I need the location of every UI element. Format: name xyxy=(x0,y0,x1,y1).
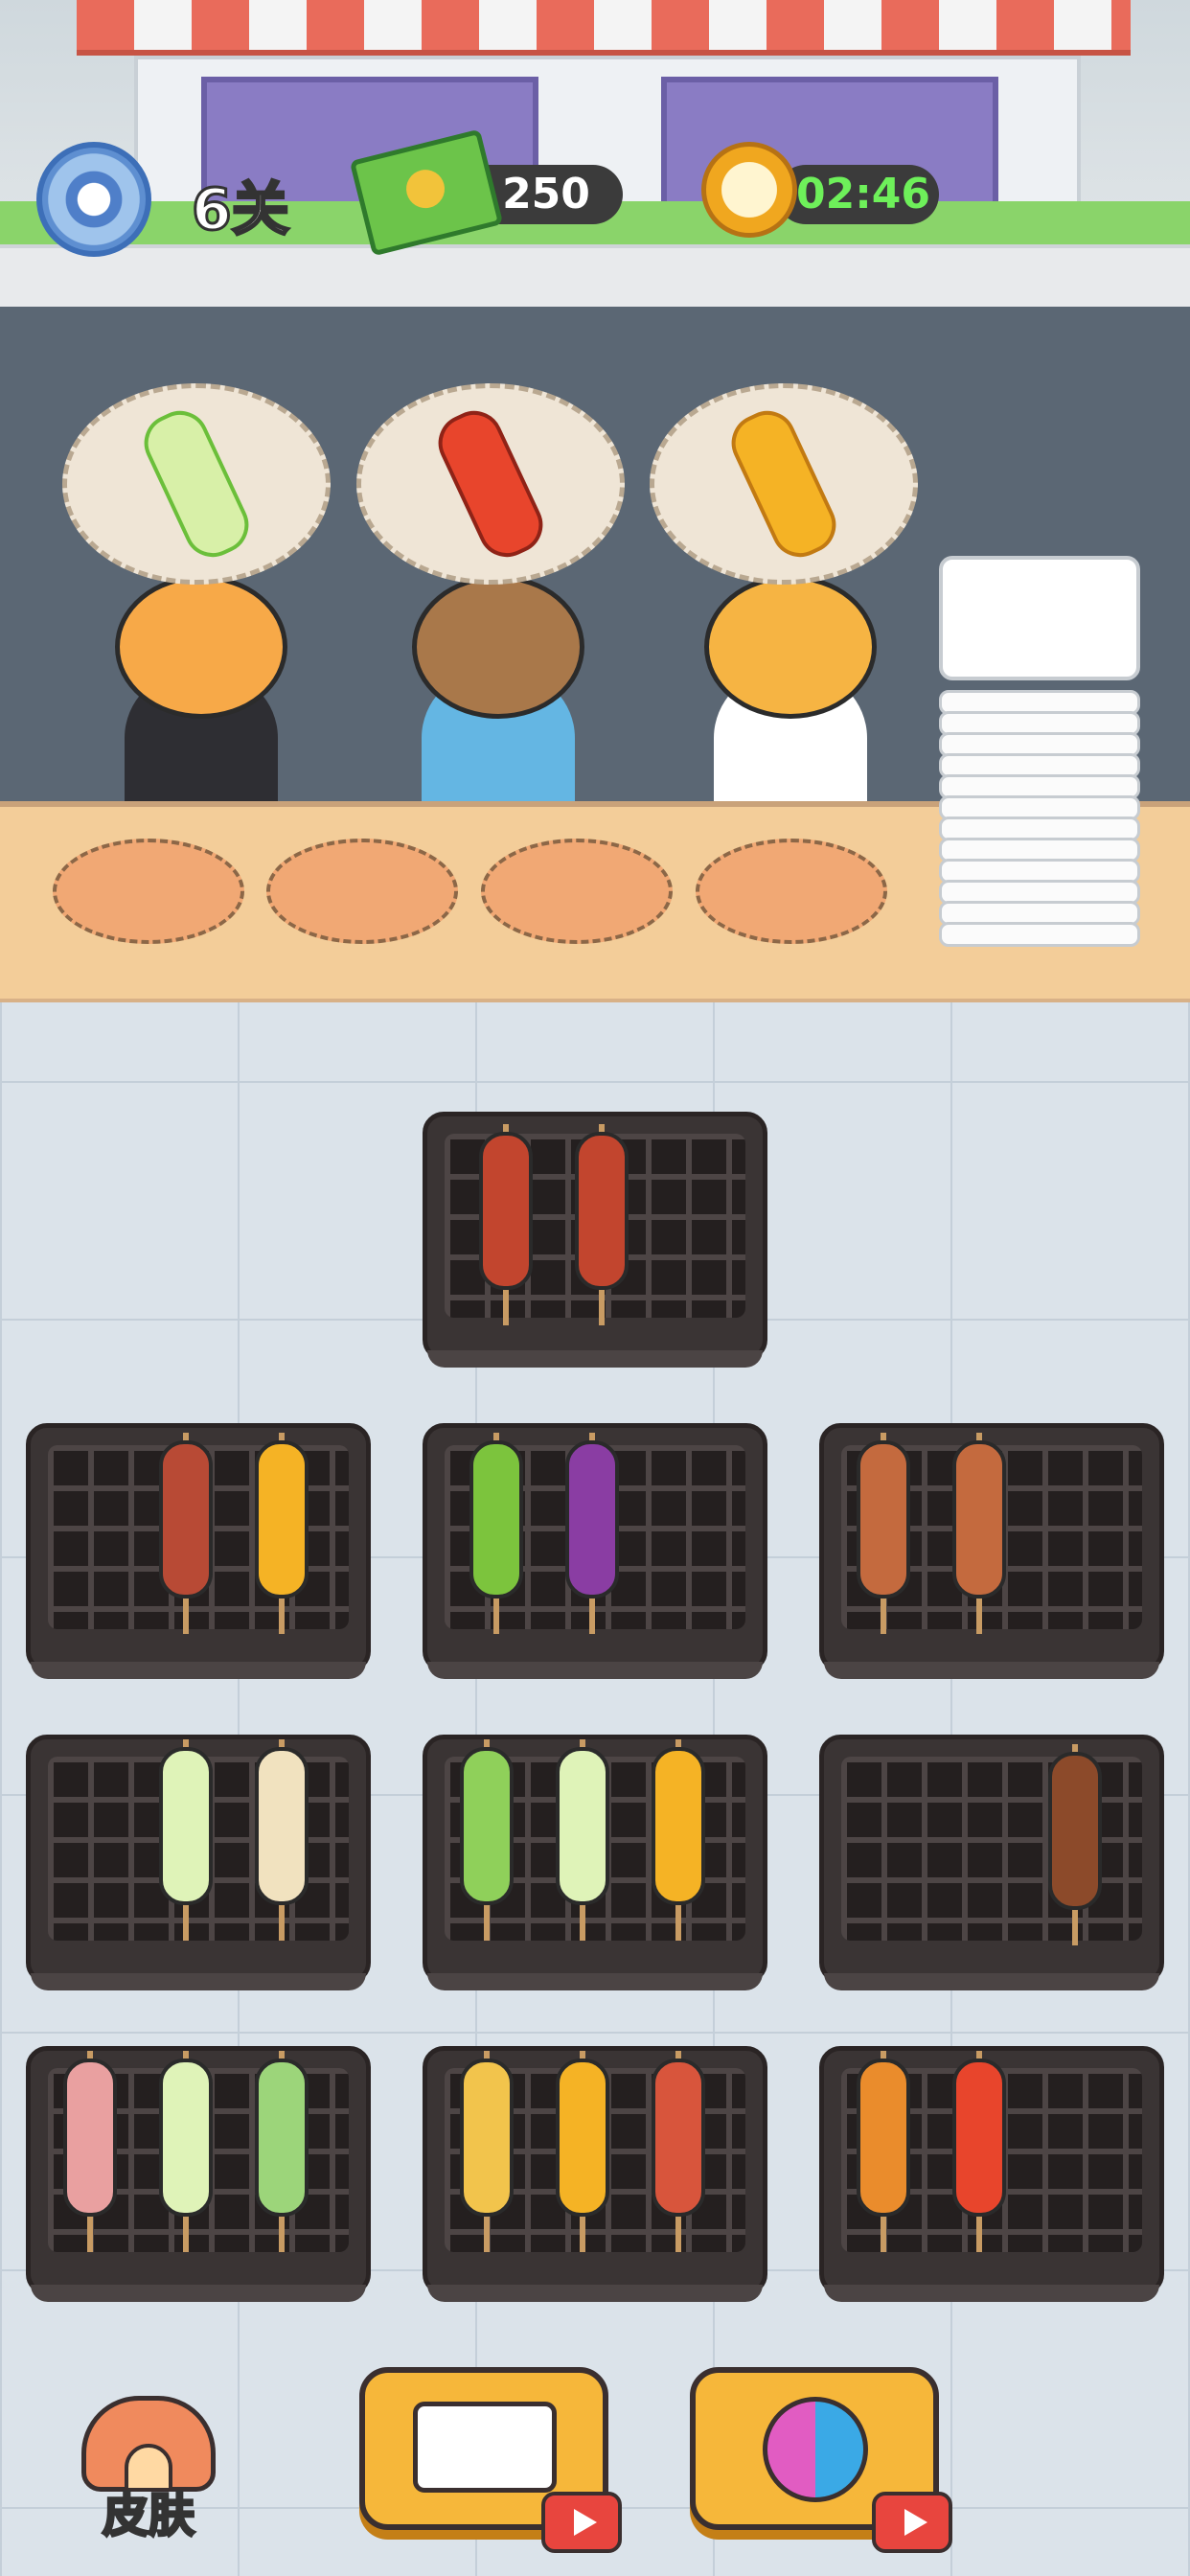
skewer-green-pepper[interactable] xyxy=(466,1433,527,1634)
level-indicator: 6关 xyxy=(191,175,291,245)
skewer-chicken-leg[interactable] xyxy=(853,1433,914,1634)
skewer-enoki-mushroom[interactable] xyxy=(251,1739,312,1941)
plate-top xyxy=(939,556,1140,680)
skewer-chicken-leg[interactable] xyxy=(949,1433,1010,1634)
gear-icon[interactable] xyxy=(36,142,151,257)
grill-2[interactable] xyxy=(26,1423,371,1679)
grill-3[interactable] xyxy=(423,1423,767,1679)
grill-7[interactable] xyxy=(819,1735,1164,1990)
plate-slot-3[interactable] xyxy=(481,839,673,944)
plate-slot-2[interactable] xyxy=(266,839,458,944)
stopwatch-icon xyxy=(701,142,797,238)
skewer-bok-choy[interactable] xyxy=(456,1739,517,1941)
skewer-corn[interactable] xyxy=(251,1433,312,1634)
plate-slot-4[interactable] xyxy=(696,839,887,944)
refresh-icon xyxy=(763,2397,868,2502)
skewer-fishball[interactable] xyxy=(456,2051,517,2252)
grill-10[interactable] xyxy=(819,2046,1164,2302)
corn-icon xyxy=(721,402,846,566)
grill-6[interactable] xyxy=(423,1735,767,1990)
skewer-eggplant[interactable] xyxy=(561,1433,623,1634)
countdown-timer: 02:46 xyxy=(795,170,931,218)
skewer-napa-cabbage[interactable] xyxy=(552,1739,613,1941)
skewer-chicken-wing[interactable] xyxy=(853,2051,914,2252)
grill-4[interactable] xyxy=(819,1423,1164,1679)
skewer-mixed-meat-veg[interactable] xyxy=(571,1124,632,1325)
skewer-napa-cabbage[interactable] xyxy=(155,2051,217,2252)
shiba-face xyxy=(704,575,877,719)
skewer-pork-belly[interactable] xyxy=(59,2051,121,2252)
shuffle-button[interactable] xyxy=(690,2367,952,2553)
video-ad-icon xyxy=(541,2492,622,2553)
takeout-button[interactable] xyxy=(359,2367,622,2553)
street-scene xyxy=(0,0,1190,307)
shop-awning xyxy=(77,0,1131,56)
grill-8[interactable] xyxy=(26,2046,371,2302)
skewer-mixed-meat-veg[interactable] xyxy=(475,1124,537,1325)
skewer-shiitake[interactable] xyxy=(1044,1744,1106,1945)
skewer-bacon[interactable] xyxy=(648,2051,709,2252)
takeout-box-icon xyxy=(413,2402,557,2493)
skewer-crayfish[interactable] xyxy=(949,2051,1010,2252)
cat-face xyxy=(115,575,287,719)
grill-9[interactable] xyxy=(423,2046,767,2302)
skewer-corn[interactable] xyxy=(552,2051,613,2252)
order-bubble-corn xyxy=(650,383,918,585)
grill-1[interactable] xyxy=(423,1112,767,1368)
grill-5[interactable] xyxy=(26,1735,371,1990)
plate-slot-1[interactable] xyxy=(53,839,244,944)
order-bubble-cabbage xyxy=(62,383,331,585)
skewer-corn[interactable] xyxy=(648,1739,709,1941)
sidewalk xyxy=(0,244,1190,307)
bear-face xyxy=(412,575,584,719)
video-ad-icon xyxy=(872,2492,952,2553)
cash-amount: 250 xyxy=(502,170,590,218)
skewer-cucumber[interactable] xyxy=(251,2051,312,2252)
order-bubble-crayfish xyxy=(356,383,625,585)
skin-label[interactable]: 皮肤 xyxy=(67,2482,230,2549)
skewer-meat-pepper[interactable] xyxy=(155,1433,217,1634)
skewer-napa-cabbage[interactable] xyxy=(155,1739,217,1941)
plate-stack[interactable] xyxy=(939,556,1140,954)
crayfish-icon xyxy=(428,402,553,566)
napa-cabbage-icon xyxy=(134,402,259,566)
